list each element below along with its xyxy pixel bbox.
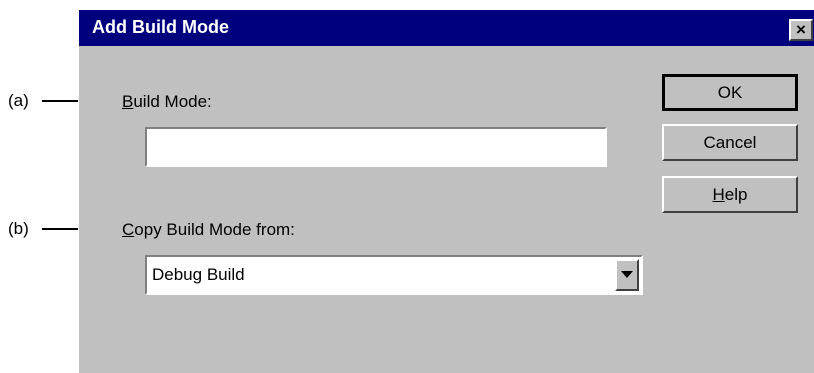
close-button[interactable]: ×	[789, 19, 813, 41]
help-button-text: elp	[724, 185, 748, 204]
dialog-titlebar[interactable]: Add Build Mode ×	[79, 10, 814, 46]
cancel-button[interactable]: Cancel	[662, 124, 798, 161]
copy-build-mode-selected: Debug Build	[152, 265, 245, 284]
close-icon: ×	[796, 20, 806, 39]
copy-build-mode-select[interactable]: Debug Build	[145, 255, 643, 295]
dropdown-button[interactable]	[615, 259, 639, 291]
build-mode-label-mnemonic: B	[122, 92, 134, 111]
build-mode-label: Build Mode:	[122, 92, 212, 112]
ok-button[interactable]: OK	[662, 74, 798, 111]
copy-build-mode-label-text: opy Build Mode from:	[134, 220, 295, 239]
build-mode-label-text: uild Mode:	[133, 92, 212, 111]
copy-build-mode-label: Copy Build Mode from:	[122, 220, 295, 240]
help-button-mnemonic: H	[712, 185, 725, 204]
build-mode-input[interactable]	[145, 127, 607, 167]
copy-build-mode-label-mnemonic: C	[122, 220, 135, 239]
help-button[interactable]: Help	[662, 176, 798, 213]
add-build-mode-dialog: Add Build Mode × Build Mode: Copy Build …	[78, 10, 814, 373]
dialog-title: Add Build Mode	[92, 17, 229, 37]
chevron-down-icon	[621, 271, 633, 278]
